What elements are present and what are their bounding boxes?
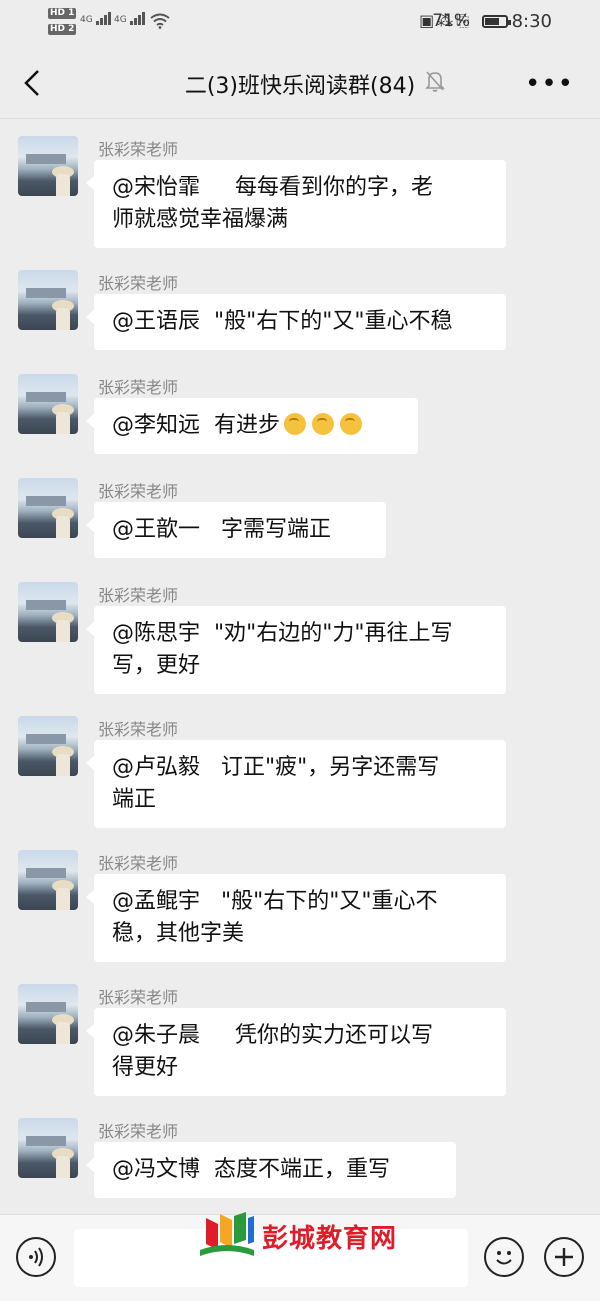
message-bubble[interactable]: @宋怡霏 每每看到你的字，老 师就感觉幸福爆满 [86,160,506,248]
clock: 8:30 [511,11,552,32]
smiley-icon [496,1251,512,1265]
avatar[interactable] [18,716,78,776]
sender-name: 张彩荣老师 [98,378,179,397]
fist-emoji-icon [340,413,362,435]
chat-header: 二(3)班快乐阅读群(84) ••• [0,46,600,119]
mute-bell-icon [425,71,445,92]
battery-icon [482,15,511,28]
fist-emoji-icon [312,413,334,435]
plus-icon [555,1248,573,1266]
voice-icon [29,1247,43,1267]
avatar[interactable] [18,984,78,1044]
wifi-icon [150,13,170,29]
signal-icon-1: 4G [80,12,112,25]
avatar[interactable] [18,374,78,434]
message-text: @冯文博 态度不端正，重写 [112,1157,390,1182]
signal-icon-2: 4G [114,12,146,25]
message-bubble[interactable]: @王歆一 字需写端正 [86,502,386,558]
more-options-icon[interactable]: ••• [525,71,574,97]
fist-emoji-icon [284,413,306,435]
sender-name: 张彩荣老师 [98,854,179,873]
message-bubble[interactable]: @朱子晨 凭你的实力还可以写 得更好 [86,1008,506,1096]
sender-name: 张彩荣老师 [98,586,179,605]
message-text: @孟鲲宇 "般"右下的"又"重心不 稳，其他字美 [112,889,438,946]
message-bubble[interactable]: @王语辰 "般"右下的"又"重心不稳 [86,294,506,350]
message-bubble[interactable]: @孟鲲宇 "般"右下的"又"重心不 稳，其他字美 [86,874,506,962]
status-bar: HD 1 HD 2 4G 4G ▣⁂⎘ 71% 8:30 [0,0,600,46]
sim2-badge: HD 2 [48,24,77,35]
message-bubble[interactable]: @陈思宇 "劝"右边的"力"再往上写 写，更好 [86,606,506,694]
sender-name: 张彩荣老师 [98,274,179,293]
message-text: @宋怡霏 每每看到你的字，老 师就感觉幸福爆满 [112,175,433,232]
message-text: @陈思宇 "劝"右边的"力"再往上写 写，更好 [112,621,453,678]
avatar[interactable] [18,850,78,910]
more-functions-button[interactable] [544,1237,584,1277]
books-logo-icon [200,1212,254,1256]
avatar[interactable] [18,478,78,538]
message-text: @卢弘毅 订正"疲"，另字还需写 端正 [112,755,440,812]
sender-name: 张彩荣老师 [98,988,179,1007]
sender-name: 张彩荣老师 [98,1122,179,1141]
message-bubble[interactable]: @卢弘毅 订正"疲"，另字还需写 端正 [86,740,506,828]
message-text: @王歆一 字需写端正 [112,517,331,542]
avatar[interactable] [18,582,78,642]
avatar[interactable] [18,1118,78,1178]
avatar[interactable] [18,136,78,196]
sender-name: 张彩荣老师 [98,720,179,739]
sim1-badge: HD 1 [48,8,77,19]
network-type-1: 4G [80,15,93,25]
message-text: @王语辰 "般"右下的"又"重心不稳 [112,309,453,334]
sender-name: 张彩荣老师 [98,140,179,159]
watermark-logo: 彭城教育网 [198,1210,418,1262]
message-bubble[interactable]: @冯文博 态度不端正，重写 [86,1142,456,1198]
battery-percent: 71% [432,11,470,31]
message-bubble[interactable]: @李知远 有进步 [86,398,418,454]
chat-title: 二(3)班快乐阅读群(84) [184,74,416,99]
avatar[interactable] [18,270,78,330]
emoji-button[interactable] [484,1237,524,1277]
message-text: @朱子晨 凭你的实力还可以写 得更好 [112,1023,433,1080]
voice-input-button[interactable] [16,1237,56,1277]
message-text: @李知远 有进步 [112,413,280,438]
sender-name: 张彩荣老师 [98,482,179,501]
network-type-2: 4G [114,15,127,25]
watermark-text: 彭城教育网 [262,1224,398,1254]
